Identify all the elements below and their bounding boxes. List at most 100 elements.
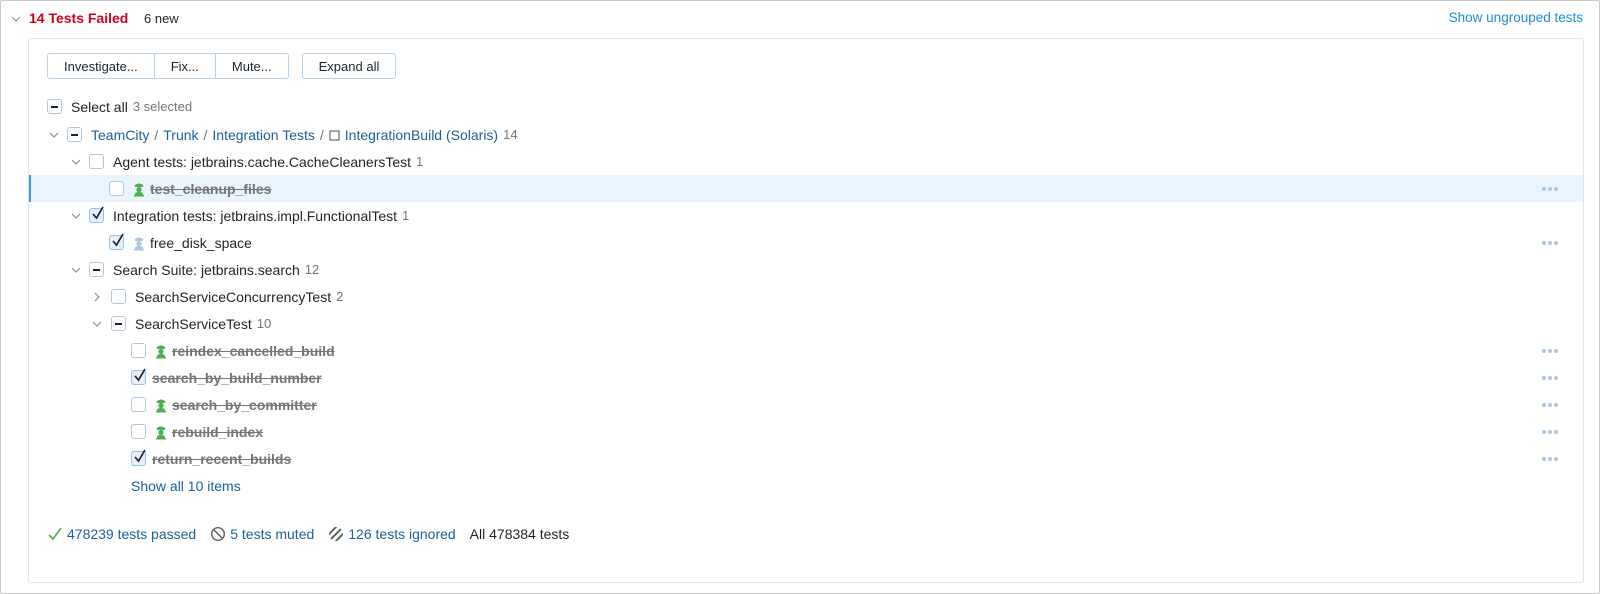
more-actions-button[interactable] [1542, 349, 1558, 353]
all-summary: All 478384 tests [470, 526, 570, 542]
chevron-down-icon[interactable] [10, 13, 22, 25]
check-icon [48, 527, 62, 541]
class-checkbox[interactable] [111, 289, 126, 304]
show-ungrouped-link[interactable]: Show ungrouped tests [1449, 10, 1583, 25]
more-actions-button[interactable] [1542, 430, 1558, 434]
suite-checkbox[interactable] [89, 262, 104, 277]
test-name[interactable]: test_cleanup_files [150, 181, 271, 197]
suite-label[interactable]: Agent tests: jetbrains.cache.CacheCleane… [113, 154, 411, 170]
investigator-icon[interactable] [131, 181, 147, 197]
test-name[interactable]: search_by_committer [172, 397, 317, 413]
new-count: 6 new [144, 11, 179, 26]
checkmark-icon [112, 233, 124, 247]
test-name[interactable]: return_recent_builds [152, 451, 291, 467]
build-checkbox[interactable] [67, 127, 82, 142]
test-row[interactable]: search_by_build_number [29, 364, 1583, 391]
passed-summary: 478239 tests passed [47, 526, 196, 542]
section-header: 14 Tests Failed 6 new Show ungrouped tes… [1, 1, 1599, 37]
build-row: TeamCity / Trunk / Integration Tests / Integra… [29, 121, 1583, 148]
test-row[interactable]: reindex_cancelled_build [29, 337, 1583, 364]
ignored-icon [329, 527, 344, 541]
failed-count-title[interactable]: 14 Tests Failed [29, 10, 128, 26]
breadcrumb-separator: / [319, 126, 324, 143]
select-all-row: Select all 3 selected [29, 93, 1583, 120]
breadcrumb: TeamCity / Trunk / Integration Tests / Integra… [91, 127, 498, 143]
test-checkbox[interactable] [109, 233, 124, 250]
suite-row-integration-tests: Integration tests: jetbrains.impl.Functi… [29, 202, 1583, 229]
muted-link[interactable]: 5 tests muted [230, 526, 314, 542]
investigator-icon[interactable] [153, 424, 169, 440]
breadcrumb-project-trunk[interactable]: Trunk [163, 127, 198, 143]
investigator-icon[interactable] [131, 235, 147, 251]
checkmark-icon [134, 449, 146, 463]
chevron-down-icon[interactable] [48, 129, 60, 141]
ignored-summary: 126 tests ignored [328, 526, 456, 542]
expand-all-button[interactable]: Expand all [301, 53, 397, 79]
test-checkbox[interactable] [131, 397, 146, 412]
mute-button[interactable]: Mute... [215, 53, 289, 79]
test-name[interactable]: search_by_build_number [152, 370, 322, 386]
suite-count: 1 [416, 154, 424, 169]
investigate-button[interactable]: Investigate... [47, 53, 155, 79]
test-checkbox[interactable] [131, 368, 146, 385]
test-checkbox[interactable] [109, 181, 124, 196]
suite-checkbox[interactable] [89, 206, 104, 223]
class-row-concurrency: SearchServiceConcurrencyTest 2 [29, 283, 1583, 310]
more-actions-button[interactable] [1542, 457, 1558, 461]
muted-summary: 5 tests muted [210, 526, 314, 542]
more-actions-button[interactable] [1542, 376, 1558, 380]
more-actions-button[interactable] [1542, 241, 1558, 245]
test-row[interactable]: test_cleanup_files [29, 175, 1583, 202]
chevron-right-icon[interactable] [91, 291, 103, 303]
select-all-checkbox[interactable] [47, 99, 62, 114]
test-checkbox[interactable] [131, 343, 146, 358]
class-checkbox[interactable] [111, 316, 126, 331]
tests-panel: Investigate... Fix... Mute... Expand all… [28, 38, 1584, 583]
investigator-icon[interactable] [153, 397, 169, 413]
breadcrumb-build-config[interactable]: IntegrationBuild (Solaris) [345, 127, 498, 143]
test-checkbox[interactable] [131, 424, 146, 439]
suite-count: 12 [304, 262, 320, 277]
select-all-label: Select all [71, 98, 128, 115]
show-all-items-link[interactable]: Show all 10 items [131, 478, 241, 494]
class-label[interactable]: SearchServiceConcurrencyTest [135, 289, 331, 305]
test-row[interactable]: free_disk_space [29, 229, 1583, 256]
action-button-group: Investigate... Fix... Mute... [47, 53, 289, 79]
suite-checkbox[interactable] [89, 154, 104, 169]
investigator-icon[interactable] [153, 343, 169, 359]
more-actions-button[interactable] [1542, 403, 1558, 407]
chevron-down-icon[interactable] [91, 318, 103, 330]
more-actions-button[interactable] [1542, 187, 1558, 191]
build-config-icon [329, 129, 340, 141]
passed-link[interactable]: 478239 tests passed [67, 526, 196, 542]
checkmark-icon [134, 368, 146, 382]
suite-label[interactable]: Search Suite: jetbrains.search [113, 262, 300, 278]
test-name[interactable]: rebuild_index [172, 424, 263, 440]
suite-label[interactable]: Integration tests: jetbrains.impl.Functi… [113, 208, 397, 224]
suite-row-search-suite: Search Suite: jetbrains.search 12 [29, 256, 1583, 283]
tests-failed-section: 14 Tests Failed 6 new Show ungrouped tes… [0, 0, 1600, 594]
toolbar: Investigate... Fix... Mute... Expand all [47, 53, 397, 79]
test-row[interactable]: search_by_committer [29, 391, 1583, 418]
test-name[interactable]: free_disk_space [150, 235, 252, 251]
test-row[interactable]: return_recent_builds [29, 445, 1583, 472]
class-count: 10 [256, 316, 272, 331]
muted-icon [211, 526, 226, 542]
breadcrumb-separator: / [154, 126, 159, 143]
fix-button[interactable]: Fix... [154, 53, 216, 79]
test-name[interactable]: reindex_cancelled_build [172, 343, 335, 359]
test-checkbox[interactable] [131, 449, 146, 466]
chevron-down-icon[interactable] [70, 264, 82, 276]
ignored-link[interactable]: 126 tests ignored [348, 526, 455, 542]
breadcrumb-project-integration-tests[interactable]: Integration Tests [212, 127, 314, 143]
build-failed-count: 14 [503, 127, 518, 142]
suite-count: 1 [402, 208, 410, 223]
show-all-row: Show all 10 items [29, 472, 1583, 499]
all-tests-count: All 478384 tests [469, 526, 570, 542]
checkmark-icon [92, 206, 104, 220]
class-label[interactable]: SearchServiceTest [135, 316, 252, 332]
chevron-down-icon[interactable] [70, 156, 82, 168]
chevron-down-icon[interactable] [70, 210, 82, 222]
breadcrumb-project-teamcity[interactable]: TeamCity [91, 127, 149, 143]
test-row[interactable]: rebuild_index [29, 418, 1583, 445]
